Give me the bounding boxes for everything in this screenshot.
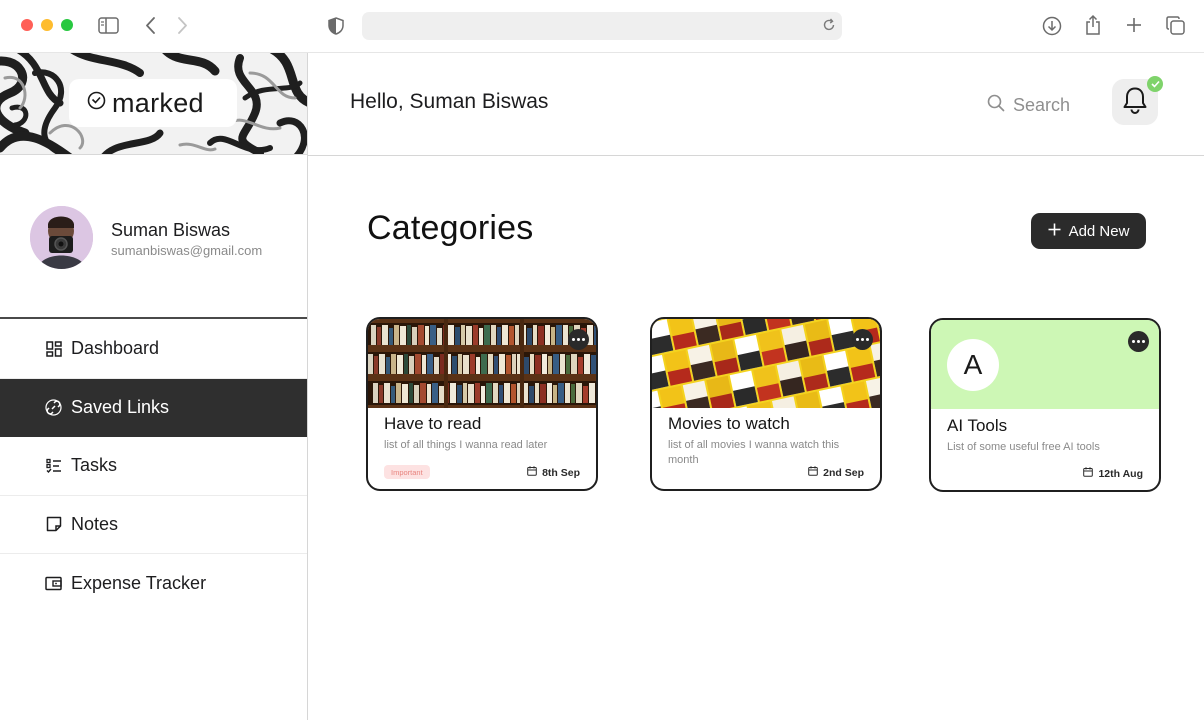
sidebar-nav: Dashboard Saved Links Tasks Notes Expens…: [0, 320, 307, 613]
address-bar[interactable]: [362, 12, 842, 40]
plus-icon: [1048, 223, 1061, 240]
card-more-button[interactable]: [1128, 331, 1149, 352]
share-icon[interactable]: [1084, 14, 1102, 36]
card-description: list of all things I wanna read later: [384, 439, 548, 451]
avatar[interactable]: [30, 206, 93, 269]
notification-badge: [1147, 76, 1163, 92]
link-icon: [45, 399, 62, 416]
card-description: list of all movies I wanna watch this mo…: [668, 439, 840, 466]
search-icon: [987, 94, 1005, 117]
sidebar-item-label: Notes: [71, 513, 119, 534]
back-icon[interactable]: [145, 17, 156, 34]
card-title: Movies to watch: [668, 414, 790, 433]
card-date-text: 8th Sep: [542, 466, 580, 479]
brand-name: marked: [112, 87, 204, 118]
category-card[interactable]: Movies to watch list of all movies I wan…: [650, 317, 882, 491]
sidebar-item-label: Dashboard: [71, 338, 160, 359]
profile-email: sumanbiswas@gmail.com: [111, 243, 263, 258]
movie-posters-image: [652, 319, 880, 408]
logo-banner: marked: [0, 53, 307, 155]
add-new-label: Add New: [1068, 222, 1130, 240]
card-title: Have to read: [384, 414, 482, 433]
brand-logo[interactable]: marked: [69, 79, 237, 127]
search-button[interactable]: Search: [987, 94, 1070, 117]
card-description: List of some useful free AI tools: [947, 441, 1100, 453]
reload-icon[interactable]: [822, 18, 836, 37]
sidebar-toggle-icon[interactable]: [98, 17, 119, 34]
zoom-window-button[interactable]: [61, 19, 73, 31]
download-icon[interactable]: [1042, 16, 1062, 36]
sidebar-item-label: Saved Links: [71, 397, 170, 418]
card-more-button[interactable]: [852, 329, 873, 350]
card-date: 2nd Sep: [808, 466, 864, 479]
bell-icon: [1122, 86, 1148, 119]
card-date-text: 2nd Sep: [823, 466, 864, 479]
category-initial: A: [947, 339, 999, 391]
sidebar-item-expense-tracker[interactable]: Expense Tracker: [0, 554, 307, 613]
new-tab-icon[interactable]: [1126, 17, 1142, 33]
minimize-window-button[interactable]: [41, 19, 53, 31]
calendar-icon: [1083, 467, 1094, 480]
add-new-button[interactable]: Add New: [1031, 213, 1146, 249]
card-date: 8th Sep: [527, 466, 580, 479]
sidebar-item-notes[interactable]: Notes: [0, 496, 307, 554]
page-title: Categories: [367, 209, 534, 247]
notifications-button[interactable]: [1112, 76, 1163, 125]
wallet-icon: [45, 575, 62, 592]
note-icon: [45, 516, 62, 533]
card-more-button[interactable]: [568, 329, 589, 350]
calendar-icon: [527, 466, 537, 479]
header-divider: [308, 155, 1204, 156]
ai-tools-cover: A: [931, 320, 1159, 409]
sidebar-item-label: Tasks: [71, 455, 118, 476]
sidebar-item-label: Expense Tracker: [71, 572, 207, 593]
forward-icon[interactable]: [177, 17, 188, 34]
category-card[interactable]: Have to read list of all things I wanna …: [366, 317, 598, 491]
browser-toolbar: [0, 0, 1204, 53]
tab-overview-icon[interactable]: [1166, 16, 1185, 35]
greeting-title: Hello, Suman Biswas: [350, 90, 549, 113]
close-window-button[interactable]: [21, 19, 33, 31]
card-date: 12th Aug: [1083, 467, 1143, 480]
tasks-icon: [45, 457, 62, 474]
sidebar-item-saved-links[interactable]: Saved Links: [0, 378, 307, 437]
sidebar-divider: [307, 53, 308, 720]
sidebar-item-tasks[interactable]: Tasks: [0, 437, 307, 496]
privacy-shield-icon[interactable]: [328, 17, 344, 35]
card-date-text: 12th Aug: [1098, 467, 1143, 480]
dashboard-icon: [45, 340, 62, 357]
bookshelf-image: [368, 319, 596, 408]
important-tag: Important: [384, 465, 430, 479]
sidebar-item-dashboard[interactable]: Dashboard: [0, 320, 307, 379]
logo-mark-icon: [87, 91, 106, 115]
card-title: AI Tools: [947, 416, 1008, 435]
category-card[interactable]: A AI Tools List of some useful free AI t…: [929, 318, 1161, 492]
search-label: Search: [1013, 95, 1071, 115]
calendar-icon: [808, 466, 818, 479]
profile-name: Suman Biswas: [111, 220, 231, 240]
user-profile: Suman Biswas sumanbiswas@gmail.com: [0, 156, 307, 319]
